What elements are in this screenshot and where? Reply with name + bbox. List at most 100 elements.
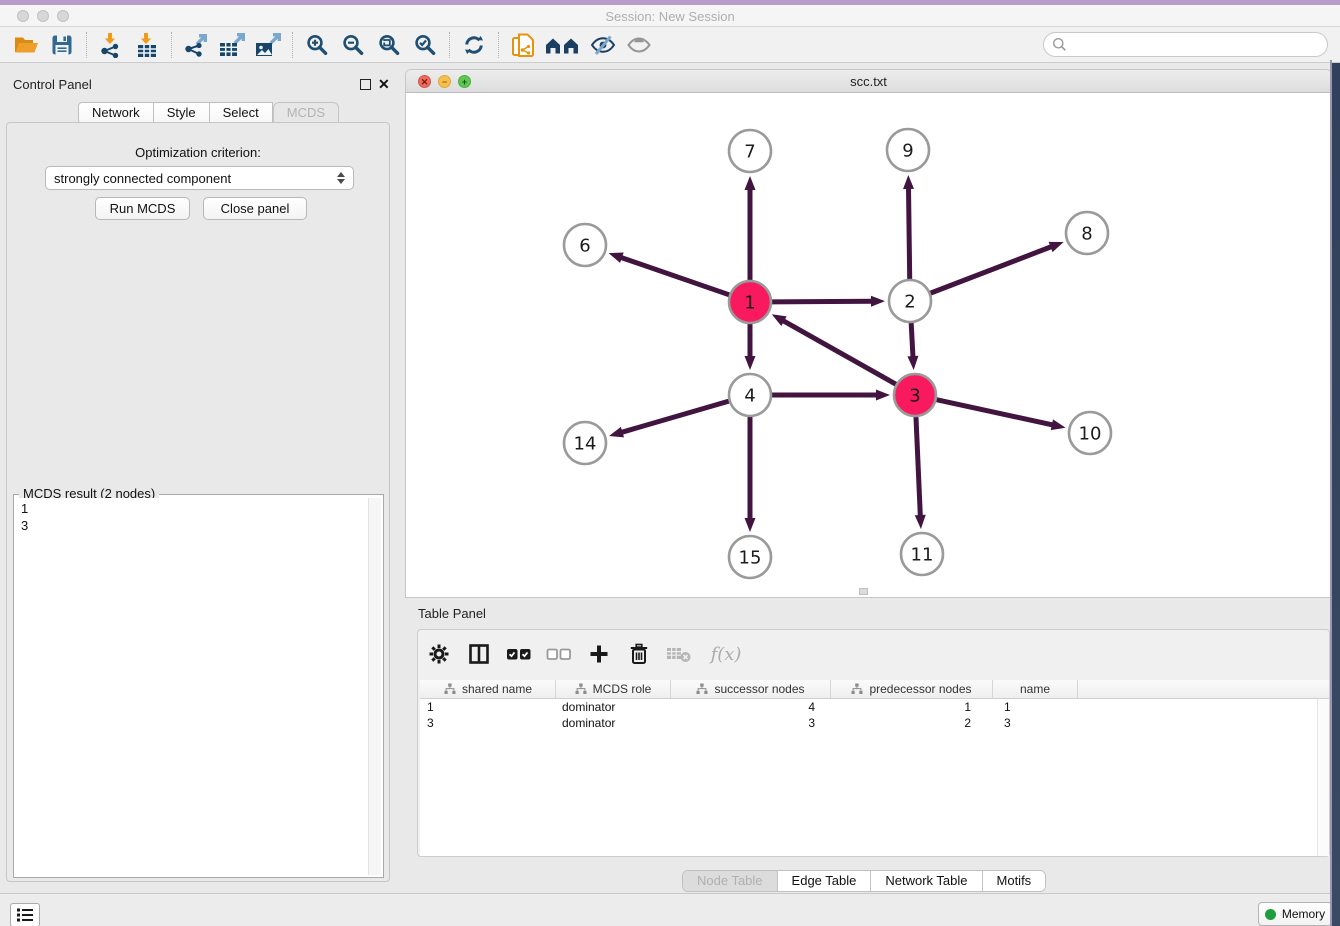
task-history-button[interactable] xyxy=(10,903,40,926)
tab-edge-table[interactable]: Edge Table xyxy=(777,871,871,891)
float-panel-icon[interactable] xyxy=(360,79,371,90)
mcds-result-line: 3 xyxy=(21,517,368,534)
tab-motifs[interactable]: Motifs xyxy=(982,871,1046,891)
delete-row-icon[interactable] xyxy=(626,641,652,667)
mcds-panel: Optimization criterion: strongly connect… xyxy=(6,122,390,882)
tab-style[interactable]: Style xyxy=(154,102,210,124)
import-table-icon[interactable] xyxy=(129,30,165,60)
graph-edge-2-8[interactable] xyxy=(931,246,1053,293)
table-tabs: Node TableEdge TableNetwork TableMotifs xyxy=(682,870,1046,892)
graph-node-label-4: 4 xyxy=(744,386,755,407)
show-eye-icon[interactable] xyxy=(621,30,657,60)
toolbar-separator xyxy=(292,32,293,58)
memory-button[interactable]: Memory xyxy=(1258,902,1332,926)
tab-select[interactable]: Select xyxy=(210,102,273,124)
table-cell[interactable]: 1 xyxy=(831,699,993,715)
graph-edge-arrowhead xyxy=(876,390,890,401)
column-header-predecessor-nodes[interactable]: predecessor nodes xyxy=(831,680,993,698)
graph-edge-arrowhead xyxy=(907,356,918,370)
graph-edge-1-6[interactable] xyxy=(620,257,729,295)
window-edge-highlight xyxy=(1330,60,1332,926)
table-cell[interactable]: 3 xyxy=(993,715,1078,731)
zoom-fit-icon[interactable] xyxy=(371,30,407,60)
copy-style-icon[interactable] xyxy=(505,30,541,60)
column-type-icon xyxy=(851,683,863,695)
table-cell[interactable]: 1 xyxy=(421,699,556,715)
column-header-name[interactable]: name xyxy=(993,680,1078,698)
optimization-criterion-label: Optimization criterion: xyxy=(7,145,389,160)
list-icon xyxy=(15,906,35,924)
control-panel: Control Panel ✕ NetworkStyleSelectMCDS O… xyxy=(0,70,396,887)
graph-node-label-8: 8 xyxy=(1081,224,1092,245)
table-cell[interactable]: 3 xyxy=(671,715,831,731)
control-panel-header: Control Panel ✕ xyxy=(0,76,396,94)
toolbar-separator xyxy=(171,32,172,58)
mcds-result-scrollbar[interactable] xyxy=(368,498,381,875)
table-header-row: shared nameMCDS role successor nodes prede… xyxy=(420,680,1329,699)
search-icon xyxy=(1052,37,1067,52)
node-table: shared nameMCDS role successor nodes prede… xyxy=(420,680,1329,856)
tab-node-table[interactable]: Node Table xyxy=(683,871,777,891)
tab-network-table[interactable]: Network Table xyxy=(870,871,981,891)
graph-edge-arrowhead xyxy=(745,518,756,532)
deselect-all-icon[interactable] xyxy=(546,641,572,667)
home-layout-icon[interactable] xyxy=(541,30,585,60)
refresh-icon[interactable] xyxy=(456,30,492,60)
select-all-icon[interactable] xyxy=(506,641,532,667)
column-header-label: successor nodes xyxy=(714,682,804,696)
export-table-icon[interactable] xyxy=(214,30,250,60)
add-row-icon[interactable] xyxy=(586,641,612,667)
table-cell[interactable]: 2 xyxy=(831,715,993,731)
graph-edge-3-1[interactable] xyxy=(782,320,896,384)
table-row-1[interactable]: 1dominator411 xyxy=(420,699,1329,715)
table-cell[interactable]: dominator xyxy=(556,699,671,715)
export-image-icon[interactable] xyxy=(250,30,286,60)
criterion-dropdown[interactable]: strongly connected component xyxy=(45,166,354,190)
column-header-MCDS-role[interactable]: MCDS role xyxy=(556,680,671,698)
search-box xyxy=(1043,32,1328,57)
table-cell[interactable]: 1 xyxy=(993,699,1078,715)
run-mcds-button[interactable]: Run MCDS xyxy=(95,197,190,220)
canvas-resize-handle[interactable] xyxy=(859,588,868,595)
app-window: Session: New Session xyxy=(0,5,1332,926)
search-input[interactable] xyxy=(1067,37,1327,52)
table-cell[interactable]: dominator xyxy=(556,715,671,731)
memory-label: Memory xyxy=(1282,907,1325,921)
network-window-titlebar: ✕ − + scc.txt xyxy=(406,70,1331,93)
close-panel-button[interactable]: Close panel xyxy=(203,197,307,220)
graph-node-label-7: 7 xyxy=(744,142,755,163)
table-settings-icon[interactable] xyxy=(426,641,452,667)
column-header-shared-name[interactable]: shared name xyxy=(421,680,556,698)
zoom-out-icon[interactable] xyxy=(335,30,371,60)
graph-edge-arrowhead xyxy=(871,296,885,307)
network-canvas[interactable]: 7968124314101511 xyxy=(406,93,1331,597)
zoom-selected-icon[interactable] xyxy=(407,30,443,60)
graph-edge-3-11[interactable] xyxy=(916,417,920,517)
graph-edge-2-3[interactable] xyxy=(911,323,913,358)
mcds-result-text[interactable]: 13 xyxy=(16,498,368,875)
close-panel-icon[interactable]: ✕ xyxy=(378,76,390,92)
column-header-successor-nodes[interactable]: successor nodes xyxy=(671,680,831,698)
main-toolbar xyxy=(0,27,1340,63)
graph-edge-1-2[interactable] xyxy=(772,301,873,302)
table-scrollbar[interactable] xyxy=(1317,699,1329,856)
window-title: Session: New Session xyxy=(0,9,1340,24)
save-session-icon[interactable] xyxy=(44,30,80,60)
criterion-dropdown-value: strongly connected component xyxy=(54,171,231,186)
open-session-icon[interactable] xyxy=(8,30,44,60)
zoom-in-icon[interactable] xyxy=(299,30,335,60)
graph-svg: 7968124314101511 xyxy=(406,93,1331,597)
column-type-icon xyxy=(575,683,587,695)
graph-edge-4-14[interactable] xyxy=(621,401,729,433)
table-row-2[interactable]: 3dominator323 xyxy=(420,715,1329,731)
table-cell[interactable]: 4 xyxy=(671,699,831,715)
tab-network[interactable]: Network xyxy=(78,102,154,124)
graph-edge-3-10[interactable] xyxy=(936,400,1053,425)
memory-status-icon xyxy=(1265,909,1276,920)
show-columns-icon[interactable] xyxy=(466,641,492,667)
hide-eye-icon[interactable] xyxy=(585,30,621,60)
export-network-icon[interactable] xyxy=(178,30,214,60)
graph-edge-2-9[interactable] xyxy=(908,187,909,279)
import-network-icon[interactable] xyxy=(93,30,129,60)
table-cell[interactable]: 3 xyxy=(421,715,556,731)
